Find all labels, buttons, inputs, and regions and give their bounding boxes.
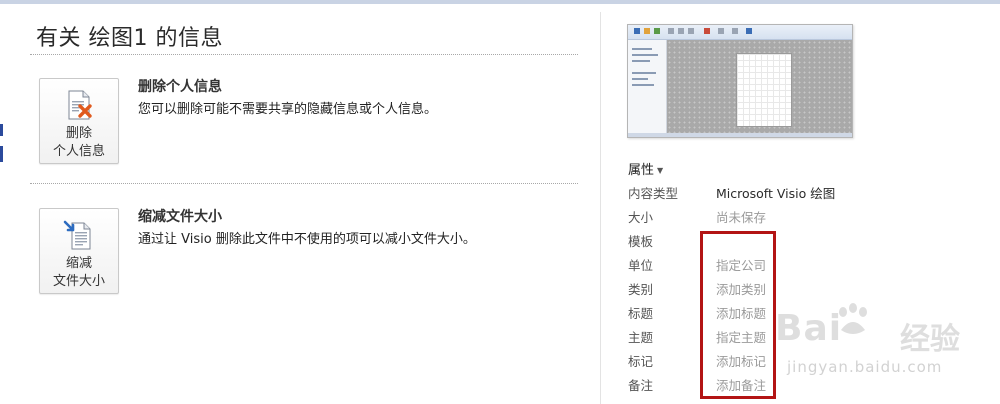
reduce-file-size-description: 通过让 Visio 删除此文件中不使用的项可以减小文件大小。 (138, 232, 476, 247)
property-label-category: 类别 (628, 282, 654, 297)
paw-icon (839, 303, 867, 334)
chevron-down-icon: ▼ (657, 166, 664, 175)
remove-personal-info-description: 您可以删除可能不需要共享的隐藏信息或个人信息。 (138, 102, 438, 117)
property-label-comments: 备注 (628, 378, 654, 393)
remove-button-label-2: 个人信息 (52, 144, 105, 159)
property-value-content-type: Microsoft Visio 绘图 (716, 186, 836, 201)
watermark-url: jingyan.baidu.com (787, 358, 943, 376)
properties-header-label: 属性 (628, 163, 655, 178)
page-title: 有关 绘图1 的信息 (36, 26, 223, 51)
properties-dropdown[interactable]: 属性 ▼ (628, 159, 663, 178)
property-label-size: 大小 (628, 210, 654, 225)
panel-divider (600, 12, 601, 404)
thumbnail-status-bar (628, 133, 852, 137)
property-label-content-type: 内容类型 (628, 186, 679, 201)
property-value-size: 尚未保存 (716, 210, 767, 225)
document-remove-icon (68, 90, 92, 120)
watermark-brand-cn: 经验 (900, 322, 960, 357)
document-compress-icon (63, 220, 91, 250)
window-top-strip (0, 0, 1000, 4)
reduce-button-label-2: 文件大小 (52, 274, 105, 289)
left-edge-marker (0, 124, 3, 136)
property-label-company: 单位 (628, 258, 654, 273)
section-divider (30, 183, 578, 184)
document-thumbnail (627, 24, 853, 138)
baidu-jingyan-watermark: Bai 经验 jingyan.baidu.com (775, 300, 1000, 390)
property-label-tags: 标记 (628, 354, 654, 369)
property-label-template: 模板 (628, 234, 654, 249)
thumbnail-shapes-pane (628, 40, 667, 137)
thumbnail-page (736, 53, 792, 127)
remove-button-label-1: 删除 (65, 126, 92, 141)
remove-personal-info-button[interactable]: 删除 个人信息 (39, 78, 119, 164)
left-edge-marker (0, 146, 3, 162)
reduce-file-size-heading: 缩减文件大小 (138, 209, 222, 225)
thumbnail-ribbon (628, 25, 852, 40)
property-label-subject: 主题 (628, 330, 654, 345)
reduce-file-size-button[interactable]: 缩减 文件大小 (39, 208, 119, 294)
property-label-title: 标题 (628, 306, 654, 321)
remove-personal-info-heading: 删除个人信息 (138, 79, 222, 95)
highlight-annotation-box (700, 231, 776, 399)
title-divider (30, 54, 578, 55)
reduce-button-label-1: 缩减 (65, 256, 92, 271)
